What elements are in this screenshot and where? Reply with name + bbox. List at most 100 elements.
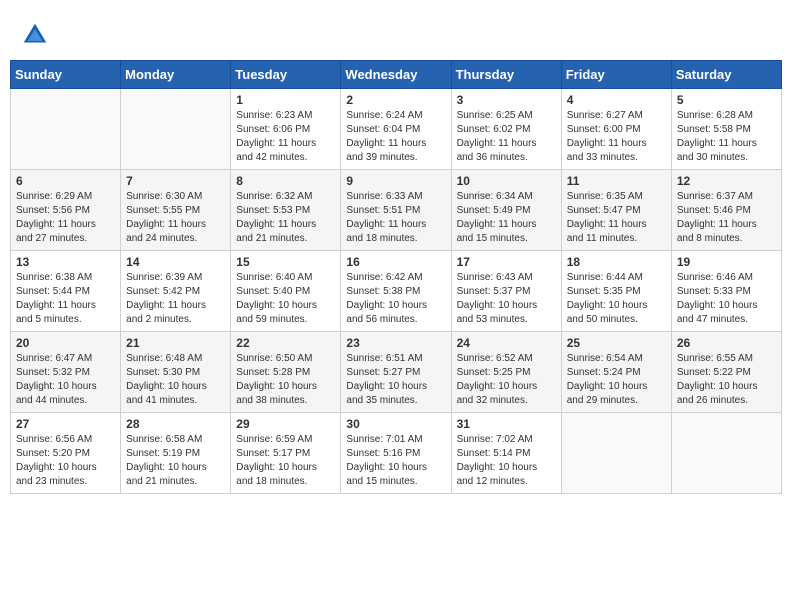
header	[10, 10, 782, 55]
weekday-saturday: Saturday	[671, 61, 781, 89]
day-number: 3	[457, 93, 556, 107]
day-info: Sunrise: 6:42 AM Sunset: 5:38 PM Dayligh…	[346, 271, 445, 327]
calendar-cell: 26 Sunrise: 6:55 AM Sunset: 5:22 PM Dayli…	[671, 332, 781, 413]
calendar-cell: 14 Sunrise: 6:39 AM Sunset: 5:42 PM Dayli…	[121, 251, 231, 332]
calendar-cell: 1 Sunrise: 6:23 AM Sunset: 6:06 PM Daylig…	[231, 89, 341, 170]
logo	[20, 20, 54, 50]
calendar-cell: 23 Sunrise: 6:51 AM Sunset: 5:27 PM Dayli…	[341, 332, 451, 413]
day-info: Sunrise: 6:55 AM Sunset: 5:22 PM Dayligh…	[677, 352, 776, 408]
day-info: Sunrise: 6:32 AM Sunset: 5:53 PM Dayligh…	[236, 190, 335, 246]
day-number: 14	[126, 255, 225, 269]
calendar-cell: 27 Sunrise: 6:56 AM Sunset: 5:20 PM Dayli…	[11, 413, 121, 494]
day-info: Sunrise: 6:35 AM Sunset: 5:47 PM Dayligh…	[567, 190, 666, 246]
day-number: 8	[236, 174, 335, 188]
calendar-cell: 4 Sunrise: 6:27 AM Sunset: 6:00 PM Daylig…	[561, 89, 671, 170]
day-info: Sunrise: 6:59 AM Sunset: 5:17 PM Dayligh…	[236, 433, 335, 489]
day-number: 27	[16, 417, 115, 431]
calendar-body: 1 Sunrise: 6:23 AM Sunset: 6:06 PM Daylig…	[11, 89, 782, 494]
calendar-cell: 13Sunrise: 6:38 AM Sunset: 5:44 PM Dayli…	[11, 251, 121, 332]
calendar-cell: 16 Sunrise: 6:42 AM Sunset: 5:38 PM Dayli…	[341, 251, 451, 332]
day-info: Sunrise: 6:50 AM Sunset: 5:28 PM Dayligh…	[236, 352, 335, 408]
calendar-cell: 3 Sunrise: 6:25 AM Sunset: 6:02 PM Daylig…	[451, 89, 561, 170]
day-info: Sunrise: 6:37 AM Sunset: 5:46 PM Dayligh…	[677, 190, 776, 246]
day-number: 1	[236, 93, 335, 107]
day-number: 6	[16, 174, 115, 188]
day-info: Sunrise: 6:43 AM Sunset: 5:37 PM Dayligh…	[457, 271, 556, 327]
calendar-cell: 15 Sunrise: 6:40 AM Sunset: 5:40 PM Dayli…	[231, 251, 341, 332]
day-info: Sunrise: 6:58 AM Sunset: 5:19 PM Dayligh…	[126, 433, 225, 489]
day-number: 15	[236, 255, 335, 269]
day-info: Sunrise: 6:40 AM Sunset: 5:40 PM Dayligh…	[236, 271, 335, 327]
day-info: Sunrise: 7:02 AM Sunset: 5:14 PM Dayligh…	[457, 433, 556, 489]
calendar-cell: 25 Sunrise: 6:54 AM Sunset: 5:24 PM Dayli…	[561, 332, 671, 413]
day-number: 28	[126, 417, 225, 431]
day-info: Sunrise: 6:54 AM Sunset: 5:24 PM Dayligh…	[567, 352, 666, 408]
day-number: 17	[457, 255, 556, 269]
calendar-table: SundayMondayTuesdayWednesdayThursdayFrid…	[10, 60, 782, 494]
day-info: Sunrise: 6:39 AM Sunset: 5:42 PM Dayligh…	[126, 271, 225, 327]
day-info: Sunrise: 6:51 AM Sunset: 5:27 PM Dayligh…	[346, 352, 445, 408]
day-number: 4	[567, 93, 666, 107]
calendar-cell: 8 Sunrise: 6:32 AM Sunset: 5:53 PM Daylig…	[231, 170, 341, 251]
weekday-friday: Friday	[561, 61, 671, 89]
day-info: Sunrise: 6:24 AM Sunset: 6:04 PM Dayligh…	[346, 109, 445, 165]
day-info: Sunrise: 6:27 AM Sunset: 6:00 PM Dayligh…	[567, 109, 666, 165]
day-number: 19	[677, 255, 776, 269]
calendar-cell: 17 Sunrise: 6:43 AM Sunset: 5:37 PM Dayli…	[451, 251, 561, 332]
day-info: Sunrise: 6:48 AM Sunset: 5:30 PM Dayligh…	[126, 352, 225, 408]
day-number: 30	[346, 417, 445, 431]
day-number: 18	[567, 255, 666, 269]
day-number: 7	[126, 174, 225, 188]
day-number: 25	[567, 336, 666, 350]
weekday-monday: Monday	[121, 61, 231, 89]
day-number: 5	[677, 93, 776, 107]
day-number: 10	[457, 174, 556, 188]
day-number: 26	[677, 336, 776, 350]
calendar-cell: 28 Sunrise: 6:58 AM Sunset: 5:19 PM Dayli…	[121, 413, 231, 494]
calendar-cell: 2 Sunrise: 6:24 AM Sunset: 6:04 PM Daylig…	[341, 89, 451, 170]
calendar-week-5: 27 Sunrise: 6:56 AM Sunset: 5:20 PM Dayli…	[11, 413, 782, 494]
day-info: Sunrise: 6:29 AM Sunset: 5:56 PM Dayligh…	[16, 190, 115, 246]
day-number: 9	[346, 174, 445, 188]
day-number: 31	[457, 417, 556, 431]
calendar-week-4: 20Sunrise: 6:47 AM Sunset: 5:32 PM Dayli…	[11, 332, 782, 413]
day-info: Sunrise: 6:52 AM Sunset: 5:25 PM Dayligh…	[457, 352, 556, 408]
weekday-thursday: Thursday	[451, 61, 561, 89]
calendar-cell: 11 Sunrise: 6:35 AM Sunset: 5:47 PM Dayli…	[561, 170, 671, 251]
day-number: 16	[346, 255, 445, 269]
day-number: 11	[567, 174, 666, 188]
calendar-cell: 22 Sunrise: 6:50 AM Sunset: 5:28 PM Dayli…	[231, 332, 341, 413]
day-info: Sunrise: 6:44 AM Sunset: 5:35 PM Dayligh…	[567, 271, 666, 327]
day-number: 23	[346, 336, 445, 350]
day-info: Sunrise: 6:34 AM Sunset: 5:49 PM Dayligh…	[457, 190, 556, 246]
calendar-cell: 12 Sunrise: 6:37 AM Sunset: 5:46 PM Dayli…	[671, 170, 781, 251]
day-number: 24	[457, 336, 556, 350]
day-info: Sunrise: 6:30 AM Sunset: 5:55 PM Dayligh…	[126, 190, 225, 246]
calendar-cell	[561, 413, 671, 494]
calendar-cell: 31 Sunrise: 7:02 AM Sunset: 5:14 PM Dayli…	[451, 413, 561, 494]
calendar-cell: 21Sunrise: 6:48 AM Sunset: 5:30 PM Dayli…	[121, 332, 231, 413]
day-info: Sunrise: 6:38 AM Sunset: 5:44 PM Dayligh…	[16, 271, 115, 327]
day-info: Sunrise: 6:23 AM Sunset: 6:06 PM Dayligh…	[236, 109, 335, 165]
day-info: Sunrise: 6:25 AM Sunset: 6:02 PM Dayligh…	[457, 109, 556, 165]
calendar-cell: 20Sunrise: 6:47 AM Sunset: 5:32 PM Dayli…	[11, 332, 121, 413]
calendar-cell: 9 Sunrise: 6:33 AM Sunset: 5:51 PM Daylig…	[341, 170, 451, 251]
day-number: 22	[236, 336, 335, 350]
weekday-sunday: Sunday	[11, 61, 121, 89]
day-info: Sunrise: 6:33 AM Sunset: 5:51 PM Dayligh…	[346, 190, 445, 246]
day-number: 2	[346, 93, 445, 107]
calendar-week-3: 13Sunrise: 6:38 AM Sunset: 5:44 PM Dayli…	[11, 251, 782, 332]
calendar-cell	[121, 89, 231, 170]
calendar-cell: 6 Sunrise: 6:29 AM Sunset: 5:56 PM Daylig…	[11, 170, 121, 251]
day-number: 12	[677, 174, 776, 188]
day-info: Sunrise: 6:56 AM Sunset: 5:20 PM Dayligh…	[16, 433, 115, 489]
calendar-cell: 5Sunrise: 6:28 AM Sunset: 5:58 PM Daylig…	[671, 89, 781, 170]
calendar-week-2: 6 Sunrise: 6:29 AM Sunset: 5:56 PM Daylig…	[11, 170, 782, 251]
day-info: Sunrise: 7:01 AM Sunset: 5:16 PM Dayligh…	[346, 433, 445, 489]
calendar-cell: 7 Sunrise: 6:30 AM Sunset: 5:55 PM Daylig…	[121, 170, 231, 251]
weekday-tuesday: Tuesday	[231, 61, 341, 89]
calendar-cell: 10 Sunrise: 6:34 AM Sunset: 5:49 PM Dayli…	[451, 170, 561, 251]
calendar-week-1: 1 Sunrise: 6:23 AM Sunset: 6:06 PM Daylig…	[11, 89, 782, 170]
calendar-cell: 29Sunrise: 6:59 AM Sunset: 5:17 PM Dayli…	[231, 413, 341, 494]
logo-icon	[20, 20, 50, 50]
